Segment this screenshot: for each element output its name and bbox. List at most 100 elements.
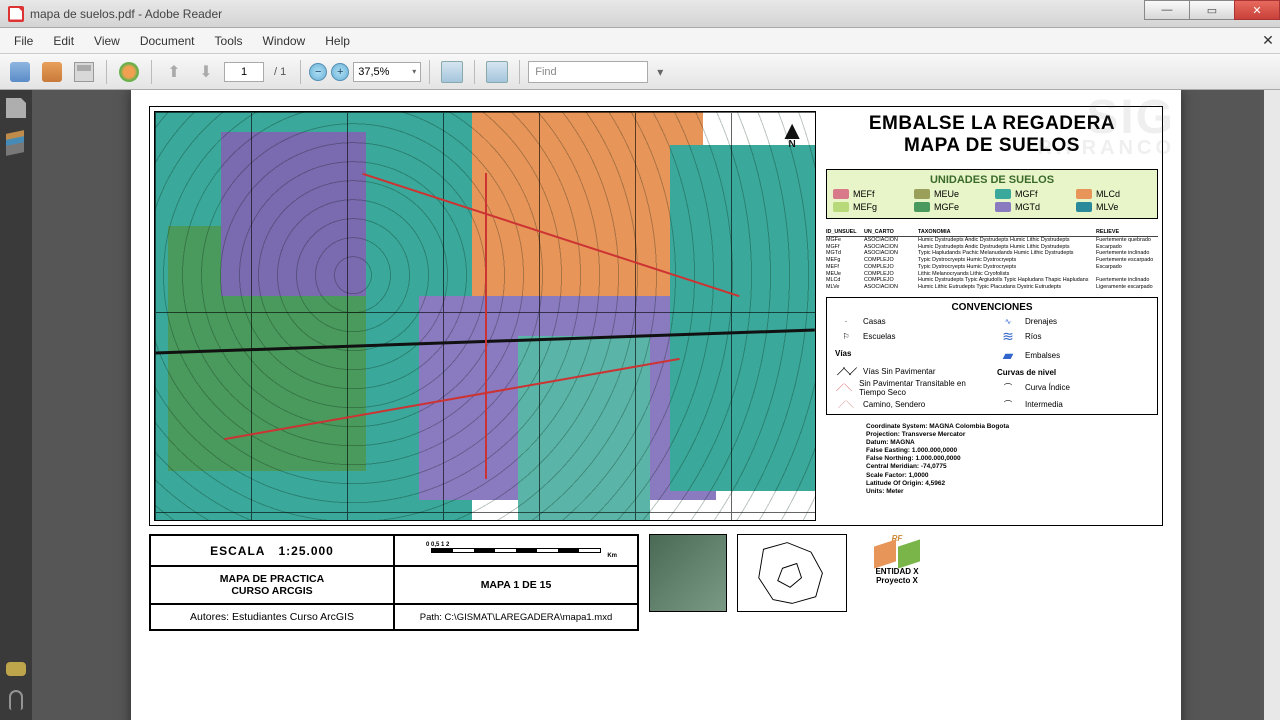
- soil-map: ▲N: [154, 111, 816, 521]
- comments-panel-icon[interactable]: [6, 662, 26, 676]
- fit-width-button[interactable]: [438, 58, 466, 86]
- layers-panel-icon[interactable]: [6, 132, 26, 152]
- legend-item: MEUe: [914, 189, 989, 199]
- page-number-input[interactable]: 1: [224, 62, 264, 82]
- collaborate-button[interactable]: [115, 58, 143, 86]
- fit-page-icon: [486, 61, 508, 83]
- prev-page-button[interactable]: ⬆: [160, 58, 188, 86]
- soil-units-legend: UNIDADES DE SUELOS MEFfMEUeMGFfMLCdMEFgM…: [826, 169, 1158, 219]
- table-row: MEFgCOMPLEJOTypic Dystrocryepts Humic Dy…: [826, 257, 1158, 264]
- intermediate-contour-icon: ⌒: [997, 399, 1019, 410]
- separator: [300, 60, 301, 84]
- entity-logo: RF ENTIDAD XProyecto X: [857, 534, 937, 631]
- map-title: EMBALSE LA REGADERA MAPA DE SUELOS: [826, 111, 1158, 163]
- river-icon: ≋: [997, 328, 1019, 345]
- print-setup-button[interactable]: [38, 58, 66, 86]
- map-footer: ESCALA 1:25.000 0 0,5 1 2 Km MAPA DE PRA…: [149, 534, 1163, 631]
- email-button[interactable]: [70, 58, 98, 86]
- cube-icon: [874, 539, 896, 568]
- table-row: MLCdCOMPLEJOHumic Dystrudepts Typic Argi…: [826, 277, 1158, 284]
- envelope-icon: [74, 62, 94, 82]
- swatch-icon: [833, 189, 849, 199]
- separator: [106, 60, 107, 84]
- locator-map: [737, 534, 847, 612]
- table-row: MEFfCOMPLEJOTypic Dystrocryepts Humic Dy…: [826, 264, 1158, 271]
- taxonomy-table: ID_UNSUELUN_CARTO TAXONOMIARELIEVE MGFeA…: [826, 229, 1158, 291]
- find-dropdown[interactable]: ▾: [652, 65, 668, 79]
- scale-bar: 0 0,5 1 2 Km: [394, 535, 638, 566]
- legend-item: MLVe: [1076, 202, 1151, 212]
- swatch-icon: [833, 202, 849, 212]
- separator: [519, 60, 520, 84]
- pdf-page: SIGR.FRANCO: [131, 90, 1181, 720]
- printer-color-icon: [42, 62, 62, 82]
- swatch-icon: [1076, 189, 1092, 199]
- printer-icon: [10, 62, 30, 82]
- vertical-scrollbar[interactable]: [1264, 90, 1280, 720]
- legend-item: MGTd: [995, 202, 1070, 212]
- swatch-icon: [995, 202, 1011, 212]
- menu-document[interactable]: Document: [130, 30, 205, 52]
- legend-item: MEFg: [833, 202, 908, 212]
- legend-item: MLCd: [1076, 189, 1151, 199]
- document-close-icon[interactable]: ✕: [1260, 32, 1276, 48]
- zoom-level-select[interactable]: 37,5%: [353, 62, 421, 82]
- location-photo: [649, 534, 727, 612]
- minimize-button[interactable]: —: [1144, 0, 1190, 20]
- unpaved-road-icon: ／＼／: [835, 366, 857, 377]
- path-icon: ／＼: [835, 399, 857, 410]
- cube-icon: [898, 539, 920, 568]
- swatch-icon: [995, 189, 1011, 199]
- collaborate-icon: [119, 62, 139, 82]
- swatch-icon: [914, 202, 930, 212]
- zoom-out-button[interactable]: −: [309, 63, 327, 81]
- print-button[interactable]: [6, 58, 34, 86]
- sidebar: [0, 90, 32, 720]
- table-row: MGFeASOCIACIONHumic Dystrudepts Andic Dy…: [826, 237, 1158, 244]
- swatch-icon: [914, 189, 930, 199]
- next-page-button[interactable]: ⬇: [192, 58, 220, 86]
- house-icon: ·: [835, 317, 857, 326]
- table-row: MGFfASOCIACIONHumic Dystrudepts Andic Dy…: [826, 244, 1158, 251]
- conventions-title: CONVENCIONES: [835, 302, 1149, 313]
- menu-edit[interactable]: Edit: [43, 30, 84, 52]
- attachments-panel-icon[interactable]: [9, 690, 23, 710]
- separator: [151, 60, 152, 84]
- info-table: ESCALA 1:25.000 0 0,5 1 2 Km MAPA DE PRA…: [149, 534, 639, 631]
- find-input[interactable]: Find: [528, 61, 648, 83]
- window-title: mapa de suelos.pdf - Adobe Reader: [30, 7, 222, 21]
- school-icon: ⚐: [835, 332, 857, 341]
- menu-file[interactable]: File: [4, 30, 43, 52]
- maximize-button[interactable]: ▭: [1189, 0, 1235, 20]
- pages-panel-icon[interactable]: [6, 98, 26, 118]
- menu-tools[interactable]: Tools: [205, 30, 253, 52]
- table-row: MEUeCOMPLEJOLithic Melanocryands Lithic …: [826, 271, 1158, 278]
- app-icon: [8, 6, 24, 22]
- reservoir-icon: ▰: [997, 347, 1019, 364]
- fit-page-button[interactable]: [483, 58, 511, 86]
- separator: [474, 60, 475, 84]
- menu-view[interactable]: View: [84, 30, 130, 52]
- table-row: MGTdASOCIACIONTypic Hapludands Pachic Me…: [826, 250, 1158, 257]
- titlebar: mapa de suelos.pdf - Adobe Reader — ▭ ✕: [0, 0, 1280, 28]
- map-layout-frame: ▲N EMBALSE LA REGADERA MAPA DE SUELOS UN…: [149, 106, 1163, 526]
- legend-item: MEFf: [833, 189, 908, 199]
- fit-width-icon: [441, 61, 463, 83]
- legend-item: MGFe: [914, 202, 989, 212]
- dry-road-icon: ／＼: [835, 382, 853, 393]
- table-row: MLVeASOCIACIONHumic Lithic Eutrudepts Ty…: [826, 284, 1158, 291]
- menu-window[interactable]: Window: [253, 30, 316, 52]
- page-total-label: / 1: [268, 66, 292, 78]
- toolbar: ⬆ ⬇ 1 / 1 − + 37,5% Find ▾: [0, 54, 1280, 90]
- close-button[interactable]: ✕: [1234, 0, 1280, 20]
- swatch-icon: [1076, 202, 1092, 212]
- zoom-value: 37,5%: [358, 66, 389, 78]
- coordinate-system-info: Coordinate System: MAGNA Colombia Bogota…: [826, 421, 1158, 498]
- drainage-icon: ∿: [997, 317, 1019, 326]
- menu-help[interactable]: Help: [315, 30, 360, 52]
- zoom-in-button[interactable]: +: [331, 63, 349, 81]
- legend-title: UNIDADES DE SUELOS: [833, 174, 1151, 186]
- document-viewport[interactable]: SIGR.FRANCO: [32, 90, 1280, 720]
- north-arrow-icon: ▲N: [779, 120, 805, 149]
- conventions-box: CONVENCIONES ·Casas ∿Drenajes ⚐Escuelas …: [826, 297, 1158, 415]
